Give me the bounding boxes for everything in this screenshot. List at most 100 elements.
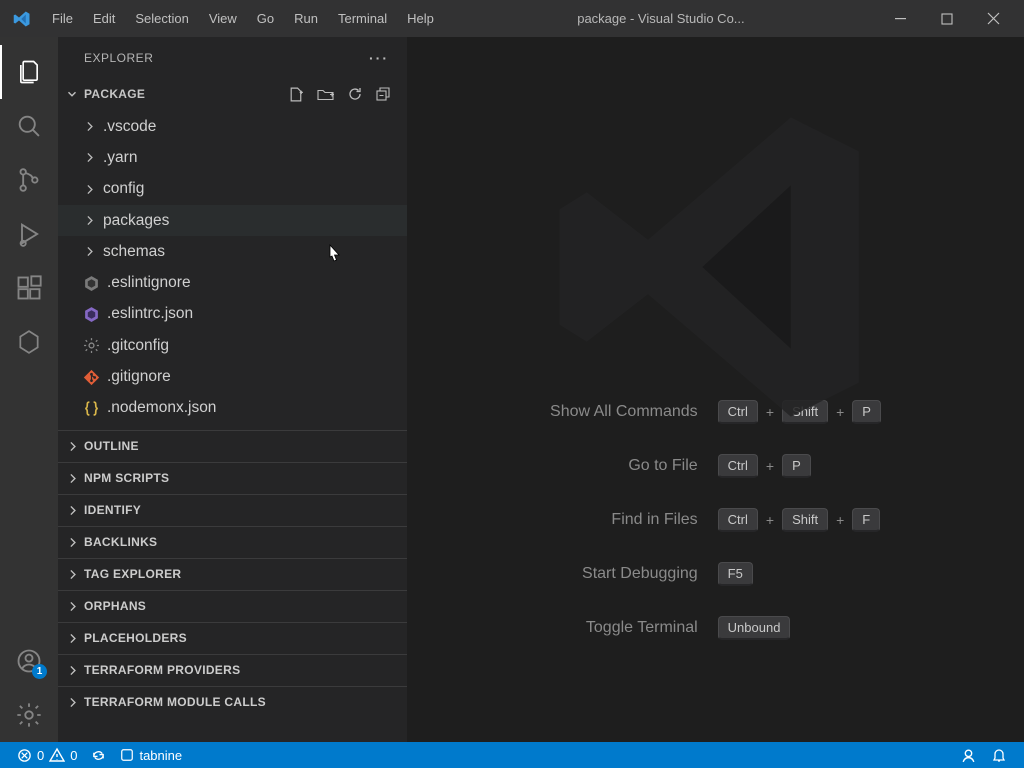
key-shift: Shift: [782, 508, 828, 532]
editor-area: Show All CommandsCtrl+Shift+PGo to FileC…: [407, 37, 1024, 742]
collapse-all-icon[interactable]: [375, 86, 391, 103]
file--eslintignore[interactable]: .eslintignore: [58, 267, 407, 298]
error-count: 0: [37, 748, 44, 763]
activity-extensions[interactable]: [0, 261, 58, 315]
key-ctrl: Ctrl: [718, 508, 758, 532]
sidebar: EXPLORER ··· PACKAGE .vscode .yarn config p…: [58, 37, 407, 742]
activity-search[interactable]: [0, 99, 58, 153]
plus-sep: +: [766, 512, 774, 528]
section-label: ORPHANS: [84, 599, 146, 613]
tree-item-label: .eslintignore: [107, 274, 191, 292]
menu-terminal[interactable]: Terminal: [328, 5, 397, 32]
file-tree: .vscode .yarn config packages schemas .eslint…: [58, 109, 407, 430]
sidebar-more-icon[interactable]: ···: [369, 50, 389, 66]
section-tag-explorer[interactable]: TAG EXPLORER: [58, 558, 407, 590]
minimize-button[interactable]: [878, 0, 924, 37]
shortcut-label: Start Debugging: [550, 565, 698, 583]
section-orphans[interactable]: ORPHANS: [58, 590, 407, 622]
status-sync[interactable]: [84, 742, 113, 768]
status-tabnine[interactable]: tabnine: [113, 742, 189, 768]
section-terraform-module-calls[interactable]: TERRAFORM MODULE CALLS: [58, 686, 407, 718]
file--gitconfig[interactable]: .gitconfig: [58, 330, 407, 361]
shortcut-label: Toggle Terminal: [550, 619, 698, 637]
maximize-button[interactable]: [924, 0, 970, 37]
section-label: TERRAFORM PROVIDERS: [84, 663, 240, 677]
activity-bar: 1: [0, 37, 58, 742]
tree-item-label: .gitconfig: [107, 337, 169, 355]
section-label: TERRAFORM MODULE CALLS: [84, 695, 266, 709]
chevron-right-icon: [64, 600, 80, 613]
menu-selection[interactable]: Selection: [125, 5, 198, 32]
menu-run[interactable]: Run: [284, 5, 328, 32]
file--eslintrc-json[interactable]: .eslintrc.json: [58, 299, 407, 330]
chevron-right-icon: [64, 440, 80, 453]
new-file-icon[interactable]: [288, 86, 305, 103]
section-identify[interactable]: IDENTIFY: [58, 494, 407, 526]
menu-go[interactable]: Go: [247, 5, 284, 32]
tabnine-label: tabnine: [139, 748, 182, 763]
activity-accounts[interactable]: 1: [0, 634, 58, 688]
menu-file[interactable]: File: [42, 5, 83, 32]
chevron-down-icon: [64, 87, 80, 101]
chevron-right-icon: [64, 536, 80, 549]
section-label: PLACEHOLDERS: [84, 631, 187, 645]
file-icon: [82, 337, 100, 355]
shortcut-keys: Ctrl+Shift+F: [718, 508, 881, 532]
folder--vscode[interactable]: .vscode: [58, 111, 407, 142]
chevron-right-icon: [64, 696, 80, 709]
menu-edit[interactable]: Edit: [83, 5, 125, 32]
menu-help[interactable]: Help: [397, 5, 444, 32]
chevron-right-icon: [64, 632, 80, 645]
activity-source-control[interactable]: [0, 153, 58, 207]
section-placeholders[interactable]: PLACEHOLDERS: [58, 622, 407, 654]
explorer-folder-header[interactable]: PACKAGE: [58, 79, 407, 109]
key-f5: F5: [718, 562, 753, 586]
section-label: BACKLINKS: [84, 535, 157, 549]
file-icon: [82, 368, 100, 386]
shortcut-keys: F5: [718, 562, 881, 586]
tree-item-label: config: [103, 180, 144, 198]
activity-hexagon[interactable]: [0, 315, 58, 369]
new-folder-icon[interactable]: [317, 86, 335, 103]
activity-run-debug[interactable]: [0, 207, 58, 261]
sidebar-title: EXPLORER: [84, 51, 153, 65]
section-terraform-providers[interactable]: TERRAFORM PROVIDERS: [58, 654, 407, 686]
section-backlinks[interactable]: BACKLINKS: [58, 526, 407, 558]
window-title: package - Visual Studio Co...: [444, 11, 878, 26]
warning-count: 0: [70, 748, 77, 763]
section-label: IDENTIFY: [84, 503, 141, 517]
status-problems[interactable]: 0 0: [10, 742, 84, 768]
menu-view[interactable]: View: [199, 5, 247, 32]
menu-bar: File Edit Selection View Go Run Terminal…: [42, 5, 444, 32]
chevron-right-icon: [64, 504, 80, 517]
key-f: F: [852, 508, 880, 532]
activity-explorer[interactable]: [0, 45, 58, 99]
key-p: P: [782, 454, 811, 478]
tree-item-label: .vscode: [103, 118, 156, 136]
chevron-right-icon: [64, 568, 80, 581]
accounts-badge: 1: [32, 664, 47, 679]
folder-config[interactable]: config: [58, 174, 407, 205]
tree-item-label: .eslintrc.json: [107, 305, 193, 323]
chevron-right-icon: [82, 214, 96, 227]
file--gitignore[interactable]: .gitignore: [58, 361, 407, 392]
file--nodemonx-json[interactable]: .nodemonx.json: [58, 393, 407, 424]
status-bell-icon[interactable]: [984, 742, 1014, 768]
folder--yarn[interactable]: .yarn: [58, 142, 407, 173]
file-icon: [82, 305, 100, 323]
section-outline[interactable]: OUTLINE: [58, 430, 407, 462]
folder-schemas[interactable]: schemas: [58, 236, 407, 267]
section-label: TAG EXPLORER: [84, 567, 181, 581]
file-icon: [82, 399, 100, 417]
activity-settings[interactable]: [0, 688, 58, 742]
tree-item-label: packages: [103, 212, 169, 230]
tree-item-label: .nodemonx.json: [107, 399, 216, 417]
tree-item-label: .yarn: [103, 149, 137, 167]
close-button[interactable]: [970, 0, 1016, 37]
chevron-right-icon: [64, 472, 80, 485]
chevron-right-icon: [64, 664, 80, 677]
refresh-icon[interactable]: [347, 86, 363, 103]
folder-packages[interactable]: packages: [58, 205, 407, 236]
status-feedback-icon[interactable]: [953, 742, 984, 768]
section-npm-scripts[interactable]: NPM SCRIPTS: [58, 462, 407, 494]
